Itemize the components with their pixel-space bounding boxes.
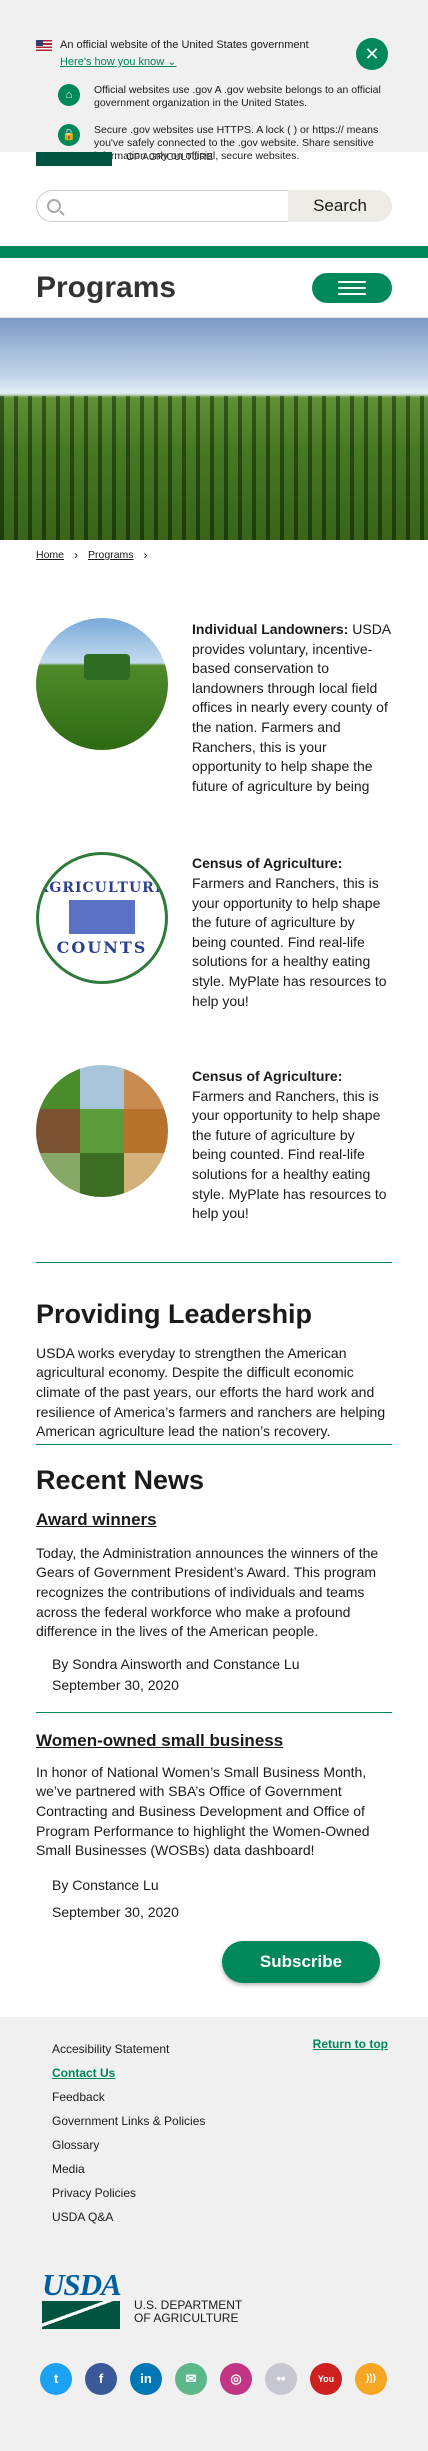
page-title-row: Programs (0, 258, 428, 318)
news-item-title-link[interactable]: Women-owned small business (0, 1731, 428, 1751)
search-input[interactable] (36, 190, 288, 222)
hamburger-icon-line (338, 286, 366, 289)
program-description: Census of Agriculture: Farmers and Ranch… (192, 855, 387, 1009)
usda-logo-letters: USDA (42, 2266, 122, 2302)
header-divider (0, 246, 428, 258)
agriculture-counts-logo: AGRICULTURE COUNTS (36, 852, 168, 985)
section-divider (36, 1261, 392, 1263)
program-title: Census of Agriculture: (192, 1068, 343, 1085)
social-links: t f in ✉ ◎ •• You ))) (0, 2362, 428, 2395)
usda-logo-swoosh (42, 2300, 120, 2329)
food-collage-image (36, 1065, 168, 1198)
program-card: Individual Landowners: USDA provides vol… (0, 618, 428, 796)
department-name: U.S. DEPARTMENT OF AGRICULTURE (134, 2297, 243, 2325)
news-item-text: Today, the Administration announces the … (36, 1544, 379, 1640)
linkedin-icon[interactable]: in (130, 2362, 162, 2395)
footer-link-list: Accesibility Statement Contact Us Feedba… (52, 2037, 205, 2229)
lock-icon: 🔒 (58, 124, 80, 146)
rss-icon[interactable]: ))) (355, 2362, 387, 2395)
logo-text-top: AGRICULTURE (37, 879, 167, 896)
footer-links: Accesibility Statement Contact Us Feedba… (0, 2037, 428, 2229)
footer-link-qa[interactable]: USDA Q&A (52, 2205, 205, 2229)
news-byline: By Sondra Ainsworth and Constance Lu (52, 1655, 300, 1672)
usda-logo[interactable]: USDA U.S. DEPARTMENT OF AGRICULTURE (0, 2266, 428, 2329)
flickr-icon[interactable]: •• (265, 2362, 297, 2395)
agency-logo-strip: OF AGRICULTURE (0, 152, 428, 166)
chevron-down-icon: ⌄ (167, 56, 177, 68)
program-card: AGRICULTURE COUNTS Census of Agriculture… (0, 852, 428, 1011)
hero-crop-rows (0, 396, 428, 540)
instagram-icon[interactable]: ◎ (220, 2362, 252, 2395)
footer-link-feedback[interactable]: Feedback (52, 2085, 205, 2109)
recent-news-title: Recent News (36, 1464, 205, 1495)
program-title: Individual Landowners: (192, 621, 349, 637)
footer: Accesibility Statement Contact Us Feedba… (0, 2016, 428, 2451)
usda-logo-mark: USDA (42, 2266, 122, 2329)
breadcrumb: Home › Programs › (0, 540, 428, 562)
news-item-text: In honor of National Women’s Small Busin… (36, 1763, 370, 1859)
subscribe-row: Subscribe (0, 1940, 428, 1983)
page-title: Programs (36, 270, 177, 304)
news-date: September 30, 2020 (52, 1676, 179, 1693)
footer-link-privacy[interactable]: Privacy Policies (52, 2181, 205, 2205)
logo-farm-graphic (69, 899, 135, 934)
section-divider (36, 1443, 392, 1445)
hamburger-icon-line (338, 280, 366, 283)
gov-banner: An official website of the United States… (0, 0, 428, 162)
menu-button[interactable] (312, 272, 392, 303)
facebook-icon[interactable]: f (85, 2362, 117, 2395)
twitter-icon[interactable]: t (40, 2362, 72, 2395)
us-flag-icon (36, 40, 52, 51)
news-date: September 30, 2020 (52, 1903, 179, 1920)
youtube-icon[interactable]: You (310, 2362, 342, 2395)
program-description: Individual Landowners: USDA provides vol… (192, 621, 391, 794)
email-icon[interactable]: ✉ (175, 2362, 207, 2395)
return-to-top-link[interactable]: Return to top (313, 2037, 388, 2229)
close-icon[interactable]: ✕ (356, 38, 388, 70)
leadership-text: USDA works everyday to strengthen the Am… (36, 1344, 386, 1440)
leadership-title: Providing Leadership (36, 1298, 313, 1329)
search-button[interactable]: Search (288, 190, 392, 222)
breadcrumb-home[interactable]: Home (36, 549, 64, 561)
footer-link-media[interactable]: Media (52, 2157, 205, 2181)
footer-link-contact[interactable]: Contact Us (52, 2061, 205, 2085)
heres-how-you-know-link[interactable]: Here's how you know ⌄ (60, 55, 177, 68)
chevron-right-icon: › (143, 548, 148, 562)
banner-official-text: An official website of the United States… (60, 39, 309, 51)
logo-text-bottom: COUNTS (56, 937, 148, 957)
agency-logo-bar (36, 152, 112, 166)
farm-tractor-image (36, 618, 168, 750)
agency-text: OF AGRICULTURE (126, 152, 214, 163)
program-card: Census of Agriculture: Farmers and Ranch… (0, 1065, 428, 1224)
search-bar: Search (0, 166, 428, 222)
program-title: Census of Agriculture: (192, 855, 343, 872)
footer-link-accessibility[interactable]: Accesibility Statement (52, 2037, 205, 2061)
news-byline: By Constance Lu (52, 1876, 159, 1893)
news-divider (36, 1711, 392, 1713)
hamburger-icon-line (338, 292, 366, 295)
news-item-title-link[interactable]: Award winners (0, 1510, 428, 1530)
footer-link-government-links[interactable]: Government Links & Policies (52, 2109, 205, 2133)
footer-link-glossary[interactable]: Glossary (52, 2133, 205, 2157)
subscribe-button[interactable]: Subscribe (222, 1940, 380, 1983)
program-description: Census of Agriculture: Farmers and Ranch… (192, 1068, 387, 1222)
government-building-icon: ⌂ (58, 84, 80, 106)
search-icon (47, 199, 61, 213)
gov-domain-text: Official websites use .gov A .gov websit… (94, 84, 381, 109)
hero-image (0, 318, 428, 540)
breadcrumb-programs[interactable]: Programs (88, 549, 134, 561)
chevron-right-icon: › (74, 548, 79, 562)
